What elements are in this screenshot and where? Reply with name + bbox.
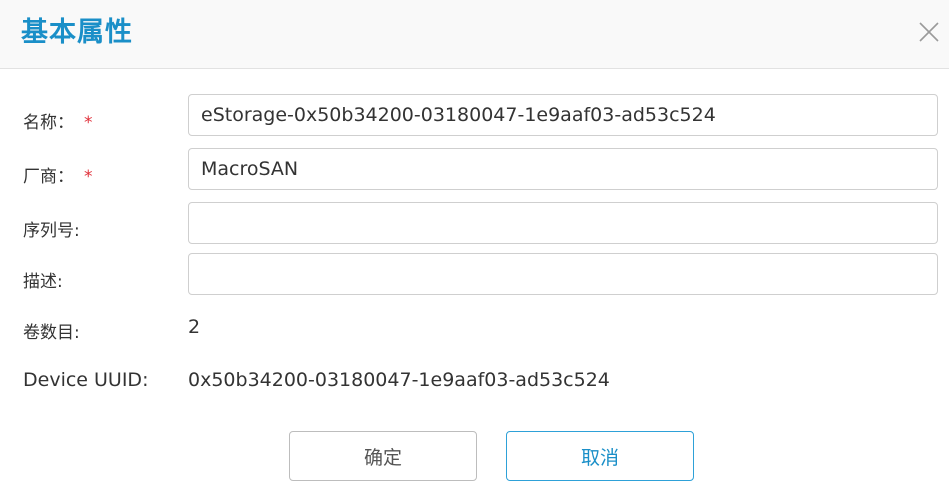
- vendor-input[interactable]: [188, 148, 938, 190]
- name-label: 名称： *: [23, 108, 93, 133]
- volume-count-value: 2: [188, 316, 201, 338]
- vendor-required-mark: *: [84, 167, 93, 187]
- dialog-header: 基本属性: [0, 0, 949, 69]
- serial-label: 序列号:: [23, 221, 80, 241]
- basic-properties-dialog: 基本属性 名称： * 厂商： * 序列号: 描述: 卷数目: 2 Device UU…: [0, 0, 949, 486]
- serial-input[interactable]: [188, 202, 938, 244]
- volume-count-label: 卷数目:: [23, 323, 80, 343]
- dialog-title: 基本属性: [21, 17, 133, 48]
- cancel-button[interactable]: 取消: [506, 431, 694, 481]
- name-label-text: 名称：: [23, 113, 74, 133]
- description-label: 描述:: [23, 272, 63, 292]
- close-icon[interactable]: [915, 18, 943, 46]
- description-input[interactable]: [188, 253, 938, 295]
- ok-button[interactable]: 确定: [289, 431, 477, 481]
- name-input[interactable]: [188, 94, 938, 136]
- vendor-label: 厂商： *: [23, 162, 93, 187]
- vendor-label-text: 厂商：: [23, 167, 74, 187]
- name-required-mark: *: [84, 113, 93, 133]
- device-uuid-value: 0x50b34200-03180047-1e9aaf03-ad53c524: [188, 369, 610, 391]
- device-uuid-label: Device UUID:: [23, 369, 149, 391]
